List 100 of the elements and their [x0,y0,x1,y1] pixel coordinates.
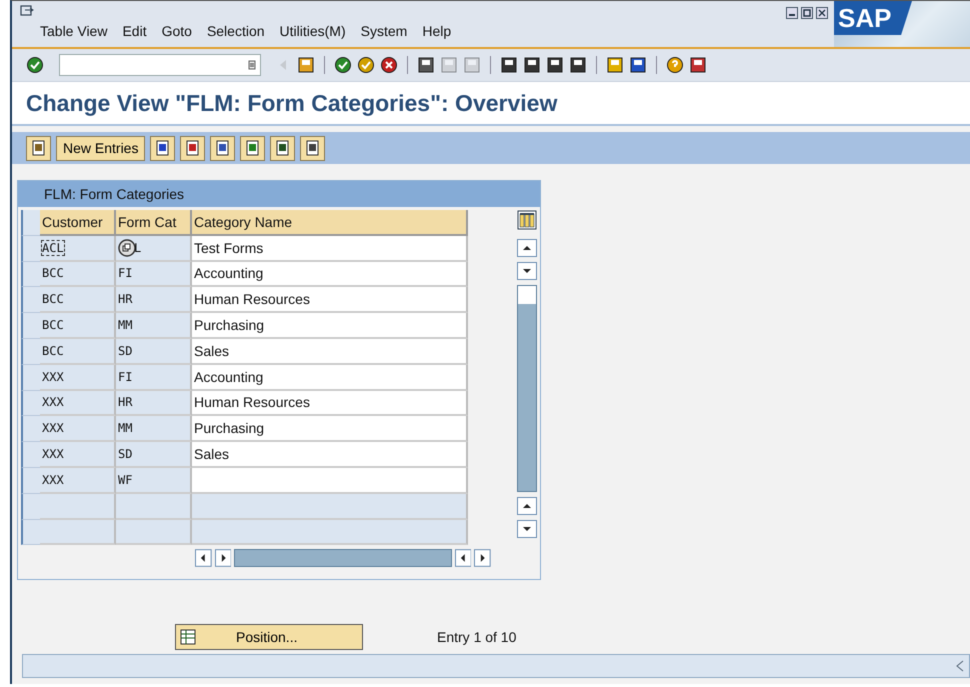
row-selector[interactable] [21,494,40,520]
document-icon [30,140,46,156]
horizontal-scrollbar[interactable] [234,549,452,568]
table-cell[interactable]: MM [116,416,192,442]
table-cell[interactable]: SD [116,442,192,468]
table-cell[interactable]: Human Resources [192,287,468,314]
dropdown-icon[interactable] [248,60,256,70]
enter-icon[interactable] [26,56,44,74]
select-all-cell[interactable] [21,210,40,236]
document-icon [244,140,261,156]
cancel-icon[interactable] [380,56,398,74]
table-cell[interactable]: XXX [40,468,116,494]
document-icon [214,140,231,156]
entry-count: Entry 1 of 10 [437,629,516,646]
table-cell[interactable]: WF [116,468,192,494]
table-cell[interactable]: HR [116,287,192,314]
table-cell[interactable]: Human Resources [192,390,468,416]
table-cell[interactable]: Accounting [192,364,468,391]
row-selector[interactable] [21,390,40,416]
table-cell[interactable]: Sales [192,338,468,365]
select-all-button[interactable] [240,136,266,160]
row-selector[interactable] [21,338,40,365]
document-icon [154,140,171,156]
vertical-scrollbar[interactable] [517,285,537,492]
scroll-right-button[interactable] [214,549,232,568]
table-cell[interactable] [40,520,116,546]
table-cell[interactable]: L [116,236,192,262]
minimize-icon[interactable] [786,7,798,19]
table-cell[interactable] [116,494,192,520]
table-cell[interactable]: Purchasing [192,313,468,339]
select-block-button[interactable] [270,136,296,160]
system-menu-icon[interactable] [20,5,34,17]
table-cell[interactable]: XXX [40,442,116,468]
table-cell[interactable]: Accounting [192,262,468,288]
table-cell[interactable]: XXX [40,364,116,391]
close-icon[interactable] [816,7,828,19]
row-selector[interactable] [21,287,40,314]
menu-item[interactable]: Table View [40,23,108,39]
table-cell[interactable]: BCC [40,338,116,365]
table-cell[interactable]: BCC [40,262,116,288]
menu-item[interactable]: Goto [162,23,192,39]
row-selector[interactable] [21,236,40,262]
menu-item[interactable]: Selection [206,23,265,39]
table-cell[interactable]: FI [116,262,192,288]
table-cell[interactable] [192,494,468,520]
scroll-left-button[interactable] [195,549,212,568]
column-header[interactable]: Category Name [192,210,468,236]
column-settings-icon[interactable] [517,210,537,230]
menu-item[interactable]: Utilities(M) [280,23,346,39]
deselect-all-button[interactable] [300,136,326,160]
table-icon [180,629,196,646]
table-cell[interactable]: FI [116,364,192,391]
document-icon [184,140,201,156]
row-selector[interactable] [21,262,40,288]
menu-item[interactable]: Help [422,23,452,39]
screen-title: Change View "FLM: Form Categories": Overview [26,90,558,116]
table-cell[interactable] [192,468,468,494]
table-cell[interactable]: ACL [40,236,116,262]
table-cell[interactable]: BCC [40,287,116,314]
table-cell[interactable] [40,494,116,520]
row-selector[interactable] [21,416,40,442]
sap-logo: SAP [834,1,912,35]
save-icon[interactable] [297,56,315,74]
column-header[interactable]: Customer [40,210,116,236]
scroll-up-button[interactable] [517,239,537,257]
command-field[interactable] [59,54,261,76]
column-header[interactable]: Form Cat [116,210,192,236]
row-selector[interactable] [21,468,40,494]
table-cell[interactable]: HR [116,390,192,416]
table-cell[interactable]: XXX [40,416,116,442]
scroll-right-button[interactable] [474,549,491,568]
position-button[interactable]: Position... [175,624,363,650]
document-icon [274,140,291,156]
maximize-icon[interactable] [801,7,813,19]
menu-item[interactable]: System [360,23,408,39]
new-entries-button[interactable]: New Entries [56,136,146,160]
row-selector[interactable] [21,520,40,546]
row-selector[interactable] [21,313,40,339]
table-cell[interactable] [116,520,192,546]
scroll-up-button[interactable] [517,497,537,515]
table-cell[interactable]: Test Forms [192,236,468,262]
scroll-down-button[interactable] [517,262,537,280]
table-cell[interactable]: Sales [192,442,468,468]
table-cell[interactable]: SD [116,338,192,365]
help-icon[interactable] [666,56,684,74]
scroll-down-button[interactable] [517,520,537,538]
cursor-icon [118,238,136,257]
row-selector[interactable] [21,364,40,391]
table-cell[interactable]: BCC [40,313,116,339]
scroll-left-button[interactable] [454,549,472,568]
row-selector[interactable] [21,442,40,468]
menu-item[interactable]: Edit [122,23,147,39]
delete-button[interactable] [180,136,206,160]
table-cell[interactable] [192,520,468,546]
table-cell[interactable]: XXX [40,390,116,416]
copy-button[interactable] [150,136,176,160]
table-cell[interactable]: Purchasing [192,416,468,442]
edit-button[interactable] [26,136,51,160]
table-cell[interactable]: MM [116,313,192,339]
undo-button[interactable] [210,136,236,160]
